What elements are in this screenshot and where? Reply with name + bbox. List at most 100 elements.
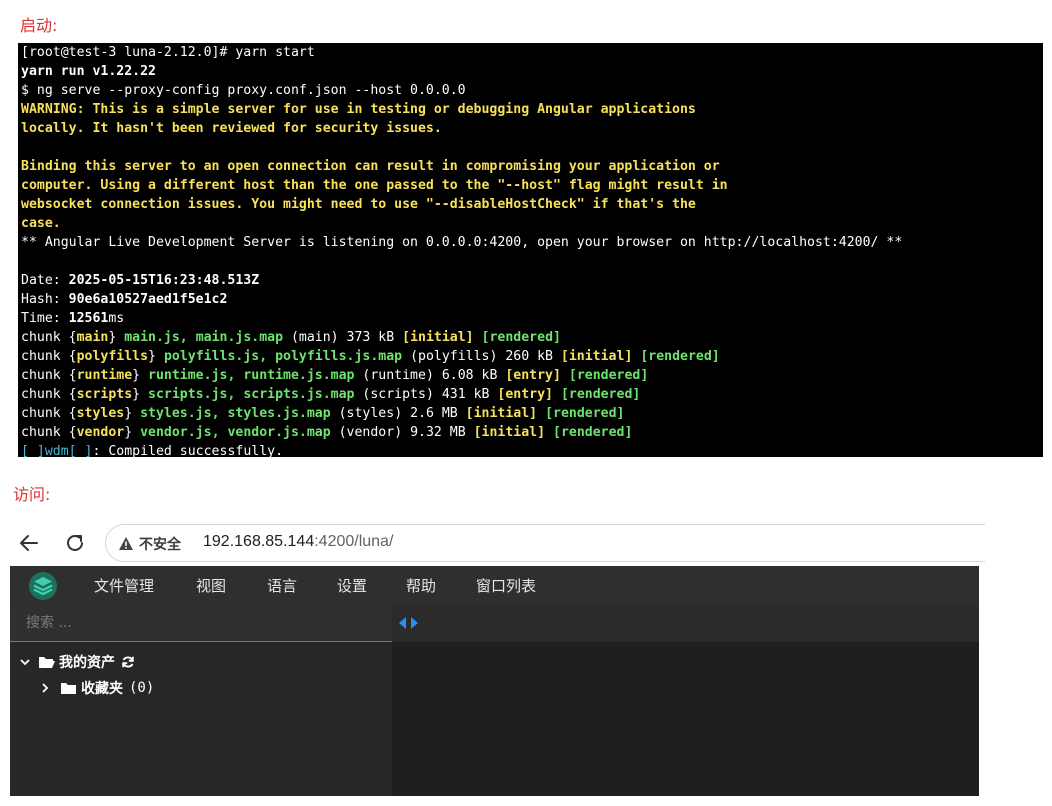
menu-language[interactable]: 语言 xyxy=(267,575,297,596)
url-text[interactable]: 192.168.85.144:4200/luna/ xyxy=(203,533,393,551)
url-host: 192.168.85.144 xyxy=(203,533,314,550)
tree-node-favorites[interactable]: 收藏夹 (0) xyxy=(38,678,154,698)
terminal-text: (polyfills) 260 kB xyxy=(402,349,561,364)
terminal-text: [ ]wdm[ ] xyxy=(21,444,92,457)
terminal-text: [rendered] xyxy=(640,349,719,364)
terminal-text: } xyxy=(132,387,148,402)
menu-help[interactable]: 帮助 xyxy=(406,575,436,596)
tree-node-my-assets[interactable]: 我的资产 xyxy=(18,652,135,672)
terminal-line: $ ng serve --proxy-config proxy.conf.jso… xyxy=(21,81,1040,100)
terminal-text: chunk { xyxy=(21,425,77,440)
terminal-text: [rendered] xyxy=(482,330,561,345)
terminal-text: locally. It hasn't been reviewed for sec… xyxy=(21,121,442,136)
folder-open-icon xyxy=(38,655,56,669)
terminal-text: $ ng serve --proxy-config proxy.conf.jso… xyxy=(21,83,466,98)
caret-left-icon xyxy=(398,616,407,630)
terminal-text: scripts.js, scripts.js.map xyxy=(148,387,354,402)
terminal-text: vendor.js, vendor.js.map xyxy=(140,425,331,440)
terminal-line: WARNING: This is a simple server for use… xyxy=(21,100,1040,119)
terminal-text: 2025-05-15T16:23:48.513Z xyxy=(69,273,260,288)
main-panel xyxy=(392,606,979,796)
terminal-text: polyfills xyxy=(77,349,148,364)
terminal-text: chunk { xyxy=(21,330,77,345)
menu-bar: 文件管理 视图 语言 设置 帮助 窗口列表 xyxy=(10,566,979,606)
terminal-output: [root@test-3 luna-2.12.0]# yarn startyar… xyxy=(18,43,1043,457)
folder-icon xyxy=(60,681,77,695)
terminal-text: runtime.js, runtime.js.map xyxy=(148,368,354,383)
terminal-text: WARNING: This is a simple server for use… xyxy=(21,102,696,117)
url-field[interactable]: 不安全 192.168.85.144:4200/luna/ xyxy=(105,524,985,562)
terminal-text xyxy=(561,368,569,383)
browser-window: 不安全 192.168.85.144:4200/luna/ 文件管理 视图 语言… xyxy=(10,520,979,796)
terminal-text: ms xyxy=(108,311,124,326)
terminal-line: chunk {runtime} runtime.js, runtime.js.m… xyxy=(21,366,1040,385)
terminal-text: runtime xyxy=(77,368,133,383)
favorites-count: (0) xyxy=(129,680,154,696)
terminal-line: case. xyxy=(21,214,1040,233)
terminal-line: locally. It hasn't been reviewed for sec… xyxy=(21,119,1040,138)
terminal-text xyxy=(553,387,561,402)
terminal-text: [initial] xyxy=(402,330,473,345)
terminal-text: vendor xyxy=(77,425,125,440)
toggle-sidebar-button[interactable] xyxy=(398,616,419,630)
terminal-text: styles.js, styles.js.map xyxy=(140,406,331,421)
menu-view[interactable]: 视图 xyxy=(196,575,226,596)
warning-triangle-icon xyxy=(118,536,134,552)
refresh-icon[interactable] xyxy=(121,655,135,669)
terminal-line: chunk {polyfills} polyfills.js, polyfill… xyxy=(21,347,1040,366)
back-button[interactable] xyxy=(16,530,42,556)
menu-settings[interactable]: 设置 xyxy=(337,575,367,596)
terminal-text xyxy=(474,330,482,345)
search-box xyxy=(10,606,392,642)
search-input[interactable] xyxy=(24,614,368,632)
terminal-line: computer. Using a different host than th… xyxy=(21,176,1040,195)
terminal-text: (runtime) 6.08 kB xyxy=(354,368,505,383)
terminal-text: [rendered] xyxy=(553,425,632,440)
terminal-line: [root@test-3 luna-2.12.0]# yarn start xyxy=(21,43,1040,62)
terminal-text: chunk { xyxy=(21,387,77,402)
terminal-text: [rendered] xyxy=(569,368,648,383)
terminal-line xyxy=(21,252,1040,271)
luna-logo-icon xyxy=(28,571,58,601)
terminal-text: [initial] xyxy=(561,349,632,364)
terminal-text: Binding this server to an open connectio… xyxy=(21,159,720,174)
chevron-right-icon[interactable] xyxy=(38,681,52,695)
caret-right-icon xyxy=(410,616,419,630)
back-arrow-icon xyxy=(18,532,40,554)
luna-app: 文件管理 视图 语言 设置 帮助 窗口列表 我的资产 xyxy=(10,566,979,796)
tree-label-my-assets: 我的资产 xyxy=(59,652,115,672)
terminal-text: } xyxy=(148,349,164,364)
security-indicator[interactable]: 不安全 xyxy=(118,534,181,554)
terminal-text: styles xyxy=(77,406,125,421)
terminal-text: 90e6a10527aed1f5e1c2 xyxy=(69,292,228,307)
terminal-line: chunk {vendor} vendor.js, vendor.js.map … xyxy=(21,423,1040,442)
url-path: :4200/luna/ xyxy=(314,533,393,550)
terminal-text xyxy=(545,425,553,440)
menu-file-manager[interactable]: 文件管理 xyxy=(94,575,154,596)
terminal-line: websocket connection issues. You might n… xyxy=(21,195,1040,214)
security-label: 不安全 xyxy=(139,534,181,554)
terminal-line: Time: 12561ms xyxy=(21,309,1040,328)
terminal-text: [initial] xyxy=(466,406,537,421)
terminal-line: Date: 2025-05-15T16:23:48.513Z xyxy=(21,271,1040,290)
chevron-down-icon[interactable] xyxy=(18,655,32,669)
terminal-line xyxy=(21,138,1040,157)
terminal-text: Time: xyxy=(21,311,69,326)
terminal-text: Hash: xyxy=(21,292,69,307)
terminal-text: [rendered] xyxy=(545,406,624,421)
terminal-line: Binding this server to an open connectio… xyxy=(21,157,1040,176)
terminal-text: polyfills.js, polyfills.js.map xyxy=(164,349,402,364)
terminal-text: 12561 xyxy=(69,311,109,326)
reload-button[interactable] xyxy=(62,530,88,556)
terminal-line: ** Angular Live Development Server is li… xyxy=(21,233,1040,252)
terminal-text: } xyxy=(124,425,140,440)
terminal-text: } xyxy=(124,406,140,421)
terminal-text: : Compiled successfully. xyxy=(92,444,283,457)
terminal-text: main.js, main.js.map xyxy=(124,330,283,345)
tab-strip xyxy=(392,606,979,642)
terminal-text: chunk { xyxy=(21,349,77,364)
menu-window-list[interactable]: 窗口列表 xyxy=(476,575,536,596)
asset-sidebar: 我的资产 收藏夹 (0) xyxy=(10,606,392,796)
terminal-text: (vendor) 9.32 MB xyxy=(331,425,474,440)
terminal-text: chunk { xyxy=(21,406,77,421)
